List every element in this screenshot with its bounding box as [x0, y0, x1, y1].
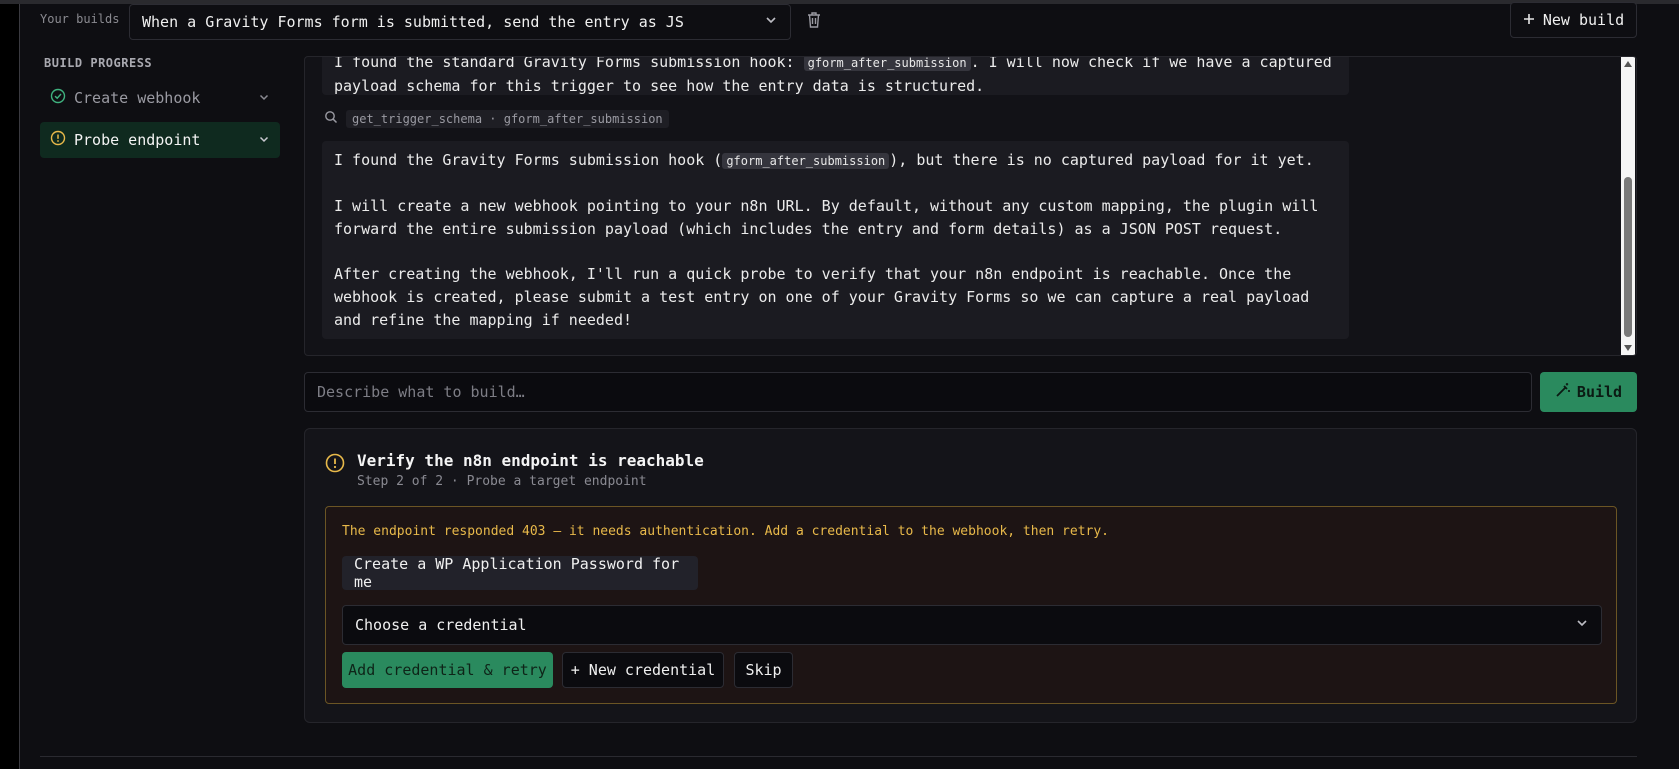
sidebar-title: BUILD PROGRESS: [44, 56, 153, 70]
alert-circle-icon: [50, 130, 66, 150]
step-card: Verify the n8n endpoint is reachable Ste…: [304, 428, 1637, 723]
scroll-down-arrow-icon[interactable]: [1624, 345, 1632, 351]
chevron-down-icon: [764, 13, 778, 31]
chevron-down-icon: [258, 89, 270, 107]
message-text: ), but there is no captured payload for …: [889, 151, 1314, 169]
chat-transcript[interactable]: I found the standard Gravity Forms submi…: [304, 56, 1637, 356]
step-subtitle: Step 2 of 2 · Probe a target endpoint: [357, 474, 647, 489]
check-circle-icon: [50, 88, 66, 108]
message-paragraph: I will create a new webhook pointing to …: [334, 197, 1319, 238]
new-build-label: New build: [1542, 11, 1625, 29]
new-credential-button[interactable]: + New credential: [562, 652, 724, 688]
step-title: Verify the n8n endpoint is reachable: [357, 451, 704, 470]
code-tag: gform_after_submission: [722, 153, 890, 169]
magic-wand-icon: [1555, 382, 1571, 402]
code-tag: gform_after_submission: [803, 57, 971, 71]
search-icon: [324, 109, 338, 128]
build-button-label: Build: [1576, 383, 1623, 401]
message-text: I found the Gravity Forms submission hoo…: [334, 151, 723, 169]
chat-scrollbar[interactable]: [1621, 57, 1635, 355]
skip-button[interactable]: Skip: [734, 652, 793, 688]
tool-call: get_trigger_schema · gform_after_submiss…: [324, 109, 669, 128]
trash-icon[interactable]: [804, 10, 824, 30]
builds-label: Your builds: [40, 12, 120, 26]
sidebar-item-create-webhook[interactable]: Create webhook: [40, 80, 280, 116]
chevron-down-icon: [258, 131, 270, 149]
assistant-message: I found the standard Gravity Forms submi…: [322, 56, 1349, 95]
add-credential-retry-button[interactable]: Add credential & retry: [342, 652, 553, 688]
warning-message: The endpoint responded 403 — it needs au…: [342, 524, 1110, 539]
tool-call-text: get_trigger_schema · gform_after_submiss…: [346, 109, 669, 128]
message-paragraph: After creating the webhook, I'll run a q…: [334, 265, 1310, 329]
auth-warning-box: The endpoint responded 403 — it needs au…: [325, 506, 1617, 704]
plus-icon: [1523, 11, 1535, 29]
sidebar-item-label: Probe endpoint: [74, 131, 201, 149]
scroll-up-arrow-icon[interactable]: [1624, 61, 1632, 67]
selected-build-text: When a Gravity Forms form is submitted, …: [142, 13, 684, 31]
alert-circle-icon: [325, 453, 345, 477]
sidebar-item-label: Create webhook: [74, 89, 201, 107]
describe-build-input[interactable]: [304, 372, 1532, 412]
credential-select[interactable]: Choose a credential: [342, 605, 1602, 645]
suggestion-chip[interactable]: Create a WP Application Password for me: [342, 555, 698, 591]
message-text: payload schema for this trigger to see h…: [334, 77, 985, 95]
build-button[interactable]: Build: [1540, 372, 1637, 412]
sidebar-item-probe-endpoint[interactable]: Probe endpoint: [40, 122, 280, 158]
scrollbar-thumb[interactable]: [1624, 177, 1632, 337]
assistant-message: I found the Gravity Forms submission hoo…: [322, 141, 1349, 339]
new-build-button[interactable]: New build: [1510, 2, 1637, 38]
message-text: I found the standard Gravity Forms submi…: [334, 56, 804, 71]
credential-select-value: Choose a credential: [355, 616, 527, 634]
divider: [40, 756, 1637, 757]
builds-select[interactable]: When a Gravity Forms form is submitted, …: [129, 4, 791, 40]
message-text: . I will now check if we have a captured: [970, 56, 1332, 71]
chevron-down-icon: [1575, 616, 1589, 634]
app-frame: Your builds When a Gravity Forms form is…: [0, 0, 1679, 769]
